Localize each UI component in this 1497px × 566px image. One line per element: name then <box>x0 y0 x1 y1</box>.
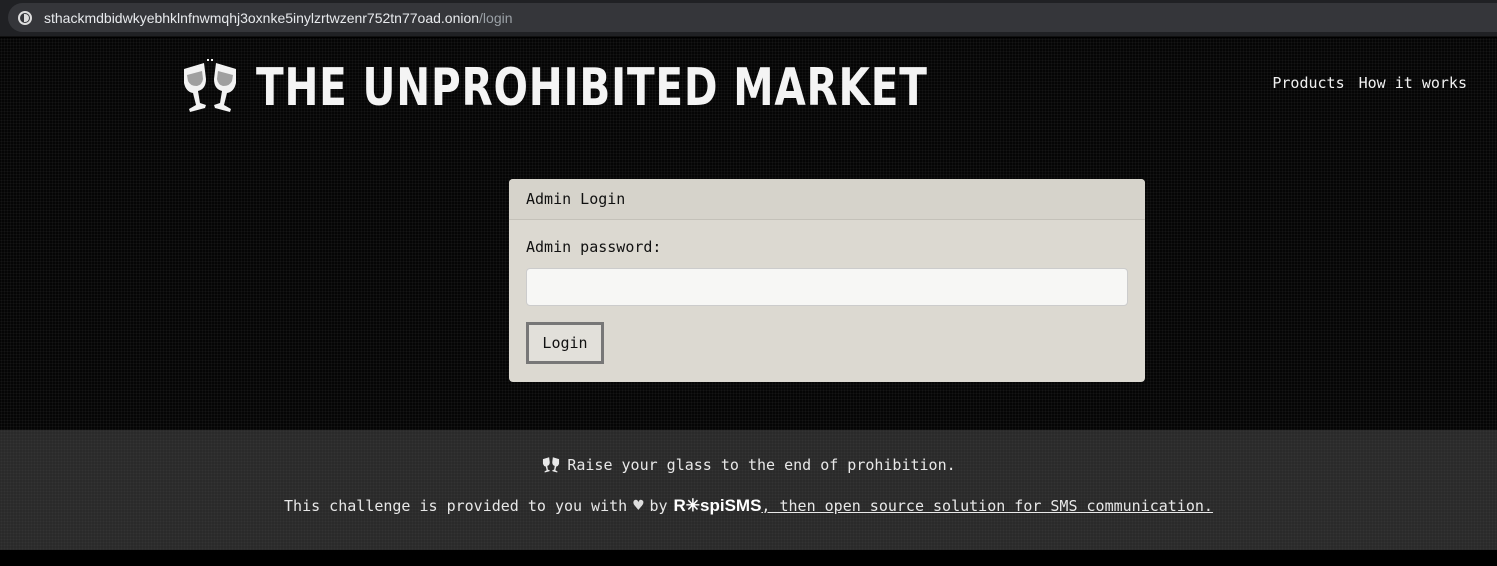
raspisms-logo[interactable]: R✳spiSMS <box>674 496 762 516</box>
nav-products[interactable]: Products <box>1272 74 1344 92</box>
footer-credit-row: This challenge is provided to you with ♥… <box>0 496 1497 516</box>
credit-by: by <box>649 497 668 515</box>
login-card: Admin Login Admin password: Login <box>509 179 1145 382</box>
login-button[interactable]: Login <box>526 322 604 364</box>
login-form: Admin password: Login <box>509 220 1145 382</box>
url-path: /login <box>479 9 513 26</box>
footer: Raise your glass to the end of prohibiti… <box>0 430 1497 550</box>
site-title: THE UNPROHIBITED MARKET <box>256 58 928 118</box>
footer-tagline: Raise your glass to the end of prohibiti… <box>567 456 956 474</box>
toast-glasses-icon <box>543 457 560 473</box>
password-input[interactable] <box>526 268 1128 306</box>
toast-glasses-icon <box>184 59 236 112</box>
bottom-edge <box>0 550 1497 566</box>
password-label: Admin password: <box>526 238 662 256</box>
url-field[interactable]: sthackmdbidwkyebhklnfnwmqhj3oxnke5inylzr… <box>8 3 1497 32</box>
heart-icon: ♥ <box>633 496 644 516</box>
nav-how-it-works[interactable]: How it works <box>1359 74 1467 92</box>
page-body: THE UNPROHIBITED MARKET Products How it … <box>0 38 1497 430</box>
site-info-icon[interactable] <box>18 10 32 25</box>
credit-prefix: This challenge is provided to you with <box>284 497 628 515</box>
login-card-title: Admin Login <box>509 179 1145 220</box>
main-nav: Products How it works <box>1272 74 1467 92</box>
raspisms-link[interactable]: , then open source solution for SMS comm… <box>761 497 1213 515</box>
url-host: sthackmdbidwkyebhklnfnwmqhj3oxnke5inylzr… <box>44 9 480 26</box>
browser-address-bar: sthackmdbidwkyebhklnfnwmqhj3oxnke5inylzr… <box>0 0 1497 37</box>
footer-tagline-row: Raise your glass to the end of prohibiti… <box>0 456 1497 474</box>
brand[interactable]: THE UNPROHIBITED MARKET <box>178 58 1117 118</box>
